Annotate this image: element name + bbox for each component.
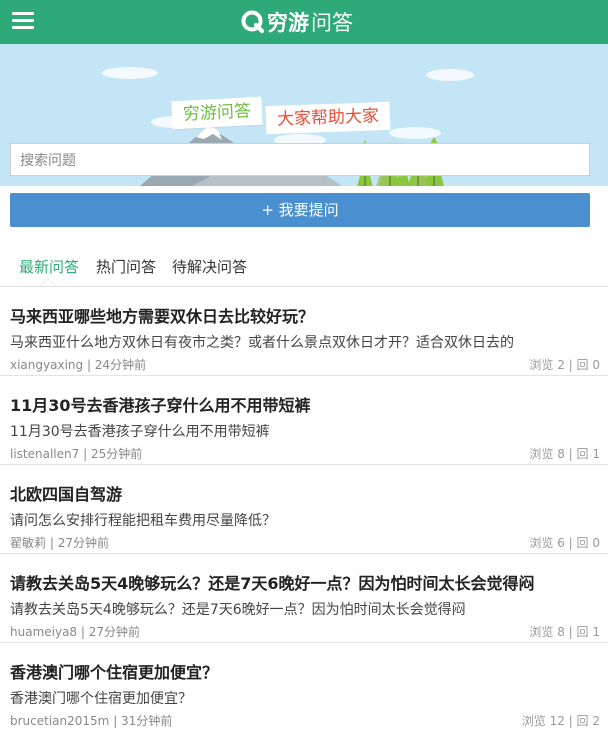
question-title[interactable]: 北欧四国自驾游	[10, 481, 122, 505]
search-input[interactable]	[10, 143, 590, 176]
question-time: 31分钟前	[121, 714, 173, 728]
list-item[interactable]: 香港澳门哪个住宿更加便宜？ 香港澳门哪个住宿更加便宜？ brucetian201…	[0, 643, 608, 731]
active-tab-indicator	[40, 278, 56, 286]
logo-sub-text: 问答	[311, 11, 353, 35]
question-author[interactable]: xiangyaxing	[10, 358, 83, 372]
question-meta: brucetian2015m | 31分钟前	[10, 714, 173, 728]
list-item[interactable]: 马来西亚哪些地方需要双休日去比较好玩？ 马来西亚什么地方双休日有夜市之类？或者什…	[0, 287, 608, 376]
banner-slogan-right: 大家帮助大家	[265, 101, 391, 135]
question-title[interactable]: 请教去关岛5天4晚够玩么？还是7天6晚好一点？因为怕时间太长会觉得闷	[10, 570, 535, 594]
question-title[interactable]: 香港澳门哪个住宿更加便宜？	[10, 659, 218, 683]
question-stats: 浏览 12 | 回 2	[521, 714, 600, 728]
question-desc: 11月30号去香港孩子穿什么用不用带短裤	[10, 424, 270, 440]
tab-unsolved[interactable]: 待解决问答	[172, 256, 247, 277]
tab-latest[interactable]: 最新问答	[19, 256, 79, 277]
question-meta: huameiya8 | 27分钟前	[10, 625, 141, 639]
list-item[interactable]: 请教去关岛5天4晚够玩么？还是7天6晚好一点？因为怕时间太长会觉得闷 请教去关岛…	[0, 554, 608, 643]
question-time: 25分钟前	[90, 447, 143, 461]
menu-icon[interactable]	[12, 12, 34, 30]
question-desc: 香港澳门哪个住宿更加便宜？	[10, 691, 192, 707]
question-author[interactable]: listenallen7	[10, 447, 79, 461]
question-time: 27分钟前	[57, 536, 109, 550]
question-stats: 浏览 8 | 回 1	[529, 447, 600, 461]
top-bar: 穷游 问答	[0, 0, 608, 44]
question-stats: 浏览 8 | 回 1	[529, 625, 600, 639]
question-desc: 请教去关岛5天4晚够玩么？还是7天6晚好一点？因为怕时间太长会觉得闷	[10, 602, 466, 618]
question-desc: 马来西亚什么地方双休日有夜市之类？或者什么景点双休日才开？适合双休日去的	[10, 335, 514, 351]
question-author[interactable]: 翟敏莉	[10, 536, 46, 550]
question-tabs: 最新问答 热门问答 待解决问答	[0, 244, 608, 287]
question-time: 27分钟前	[88, 625, 141, 639]
question-author[interactable]: brucetian2015m	[10, 714, 109, 728]
list-item[interactable]: 北欧四国自驾游 请问怎么安排行程能把租车费用尽量降低？ 翟敏莉 | 27分钟前 …	[0, 465, 608, 554]
question-title[interactable]: 马来西亚哪些地方需要双休日去比较好玩？	[10, 303, 314, 327]
question-list: 马来西亚哪些地方需要双休日去比较好玩？ 马来西亚什么地方双休日有夜市之类？或者什…	[0, 287, 608, 731]
question-meta: xiangyaxing | 24分钟前	[10, 358, 147, 372]
list-item[interactable]: 11月30号去香港孩子穿什么用不用带短裤 11月30号去香港孩子穿什么用不用带短…	[0, 376, 608, 465]
logo-brand-text: 穷游	[267, 11, 309, 35]
tab-popular[interactable]: 热门问答	[96, 256, 156, 277]
logo[interactable]: 穷游 问答	[240, 9, 353, 35]
question-author[interactable]: huameiya8	[10, 625, 77, 639]
banner-slogan-left: 穷游问答	[171, 96, 263, 130]
question-meta: listenallen7 | 25分钟前	[10, 447, 143, 461]
qyer-logo-icon	[241, 10, 265, 34]
question-title[interactable]: 11月30号去香港孩子穿什么用不用带短裤	[10, 392, 311, 416]
question-desc: 请问怎么安排行程能把租车费用尽量降低？	[10, 513, 276, 529]
search-box	[10, 143, 590, 176]
ask-question-button[interactable]: + 我要提问	[10, 193, 590, 227]
question-time: 24分钟前	[94, 358, 147, 372]
question-stats: 浏览 2 | 回 0	[529, 358, 600, 372]
question-meta: 翟敏莉 | 27分钟前	[10, 536, 109, 550]
question-stats: 浏览 6 | 回 0	[529, 536, 600, 550]
